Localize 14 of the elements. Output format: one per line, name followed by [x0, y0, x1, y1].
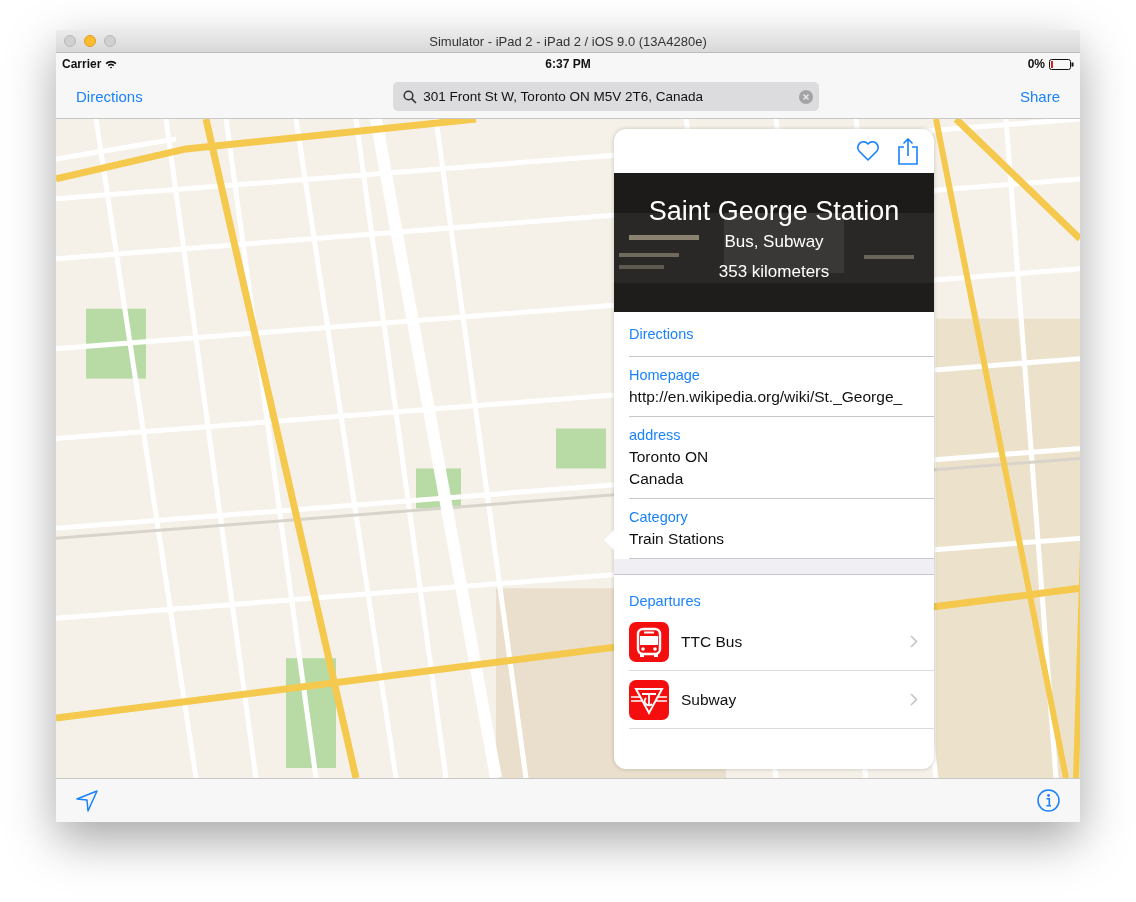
search-field[interactable]: 301 Front St W, Toronto ON M5V 2T6, Canada	[393, 82, 820, 111]
wifi-icon	[105, 59, 118, 69]
carrier-label: Carrier	[62, 57, 102, 71]
search-icon	[403, 89, 418, 104]
window-title: Simulator - iPad 2 - iPad 2 / iOS 9.0 (13A4280e)	[429, 33, 707, 49]
clear-icon[interactable]	[799, 89, 814, 104]
minimize-button[interactable]	[84, 35, 96, 47]
battery-percent: 0%	[1027, 57, 1045, 71]
location-arrow-icon[interactable]	[76, 789, 98, 812]
info-icon[interactable]	[1037, 789, 1060, 812]
clock-time: 6:37 PM	[545, 57, 591, 71]
battery-icon	[1049, 58, 1074, 70]
share-button[interactable]: Share	[1011, 84, 1068, 109]
directions-button[interactable]: Directions	[68, 84, 151, 109]
